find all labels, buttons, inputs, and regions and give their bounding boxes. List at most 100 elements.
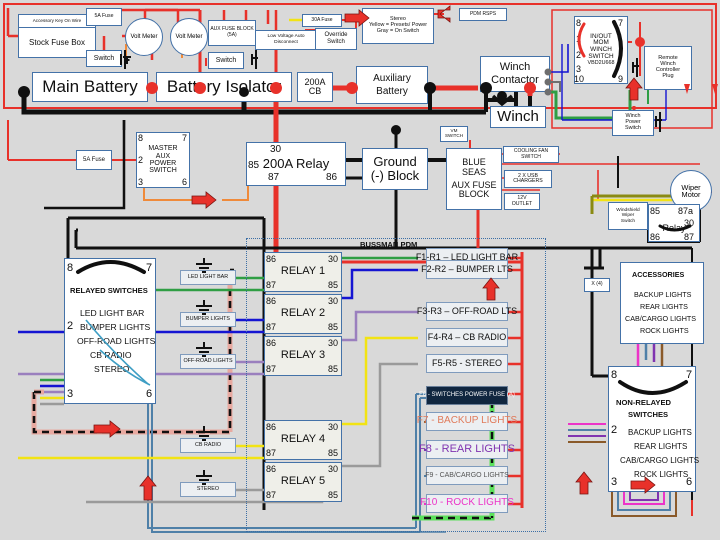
relay-3-terminal-87: 87 [266, 364, 276, 374]
master-switch-terminal-6: 6 [182, 177, 187, 187]
usb-line-1: CHARGERS [513, 179, 542, 184]
accessories-item-3: ROCK LIGHTS [640, 326, 689, 335]
vm-switch[interactable]: VM SWITCH [440, 126, 468, 142]
fuse-output-label: F7 - BACKUP LIGHTS [417, 416, 517, 427]
override-switch[interactable]: Override Switch [315, 28, 357, 50]
fuse-output-label: F9 - CAB/CARGO LIGHTS [425, 472, 509, 479]
cb-200a-line-1: CB [309, 87, 322, 96]
device-box-4: CB RADIO [180, 438, 236, 453]
relay-3-terminal-86: 86 [266, 338, 276, 348]
relayed-item-2: OFF-ROAD LIGHTS [77, 336, 155, 346]
winch-switch-terminal-3: 3 [576, 64, 581, 74]
relayed-item-4: STEREO [94, 364, 129, 374]
accessories-item-0: BACKUP LIGHTS [634, 290, 691, 299]
nonrelayed-terminal-3: 3 [611, 476, 617, 488]
ground-block-line-0: Ground [373, 155, 416, 169]
windshield-wiper-switch[interactable]: Windshield Wiper Switch [608, 202, 648, 230]
main-battery: Main Battery [32, 72, 148, 102]
winch-switch-terminal-7: 7 [618, 18, 623, 28]
device-label: LED LIGHT BAR [188, 275, 228, 281]
winch-switch-terminal-10: 10 [574, 74, 584, 84]
wiper-relay-terminal-87: 87 [684, 232, 694, 242]
nonrelayed-title-0: NON-RELAYED [616, 398, 671, 407]
switch-accessory[interactable]: Switch [86, 50, 122, 67]
fuse-output-9: F9 - CAB/CARGO LIGHTS [426, 466, 508, 485]
accessories-item-1: REAR LIGHTS [640, 302, 688, 311]
master-switch-terminal-3: 3 [138, 177, 143, 187]
master-line-1: AUX [156, 153, 170, 160]
relay-label: RELAY 5 [281, 476, 325, 488]
relay-label: RELAY 4 [281, 434, 325, 446]
wiper-relay-terminal-87a: 87a [678, 206, 693, 216]
wiper-switch-line-2: Switch [621, 219, 635, 224]
relay-3-terminal-30: 30 [328, 338, 338, 348]
master-line-0: MASTER [148, 145, 177, 152]
master-line-2: POWER [150, 160, 176, 167]
fuse-output-5: F5-R5 - STEREO [426, 354, 508, 373]
battery-isolator: Battery Isolator [156, 72, 292, 102]
winch-switch-terminal-1: 1 [576, 34, 581, 44]
fuse-output-4: F4-R4 – CB RADIO [426, 328, 508, 347]
master-line-3: SWITCH [149, 167, 177, 174]
relay-label: RELAY 2 [281, 308, 325, 320]
bussman-pdm-label: BUSSMAN PDM [360, 240, 417, 249]
winch-power-switch[interactable]: Winch Power Switch [612, 110, 654, 136]
winch-contactor: Winch Contactor [480, 56, 550, 92]
device-label: BUMPER LIGHTS [186, 317, 230, 323]
relayed-terminal-2: 2 [67, 320, 73, 332]
fuse-output-label: F3-R3 – OFF-ROAD LTS [417, 307, 517, 316]
device-box-3: OFF-ROAD LIGHTS [180, 354, 236, 369]
relay-1-terminal-85: 85 [328, 280, 338, 290]
nonrelayed-terminal-2: 2 [611, 424, 617, 436]
accessory-key-wire-label: Accessory Key On Wire [19, 15, 95, 28]
nonrelayed-item-1: REAR LIGHTS [634, 442, 687, 451]
relay-4-terminal-30: 30 [328, 422, 338, 432]
nonrelayed-item-3: ROCK LIGHTS [634, 470, 688, 479]
relay-200a-terminal-87: 87 [268, 172, 279, 183]
cooling-fan-switch[interactable]: COOLING FAN SWITCH [503, 146, 559, 163]
nonrelayed-title-1: SWITCHES [628, 410, 668, 419]
blue-seas-line-1: SEAS [462, 168, 486, 177]
relayed-switches-title: RELAYED SWITCHES [70, 286, 148, 295]
fuse-output-8: F8 - REAR LIGHTS [426, 440, 508, 459]
relay-3-terminal-85: 85 [328, 364, 338, 374]
master-switch-terminal-8: 8 [138, 133, 143, 143]
fuse-output-10: F10 - ROCK LIGHTS [426, 494, 508, 513]
wiring-diagram-canvas: Accessory Key On Wire Stock Fuse Box 5A … [0, 0, 720, 540]
relayed-terminal-7: 7 [146, 262, 152, 274]
relay-label: RELAY 1 [281, 266, 325, 278]
relay-2-terminal-87: 87 [266, 322, 276, 332]
fuse-output-label: F8 - REAR LIGHTS [419, 444, 515, 456]
device-label: OFF-ROAD LIGHTS [183, 359, 232, 365]
relay-5-terminal-86: 86 [266, 464, 276, 474]
nonrelayed-terminal-8: 8 [611, 369, 617, 381]
fuse-output-7: F7 - BACKUP LIGHTS [426, 412, 508, 431]
fuse-output-label: F4-R4 – CB RADIO [428, 333, 507, 342]
low-voltage-auto-disconnect: Low Voltage Auto Disconnect [255, 30, 317, 50]
outlet-12v: 12V OUTLET [504, 193, 540, 210]
blue-seas-line-3: BLOCK [459, 190, 490, 199]
relay-5-terminal-87: 87 [266, 490, 276, 500]
winch-switch-line-4: VBD2U668 [588, 61, 615, 67]
wiper-relay-terminal-86: 86 [650, 232, 660, 242]
accessories-x4-label: X (4) [584, 278, 610, 292]
outlet-line-1: OUTLET [512, 202, 532, 207]
relayed-terminal-8: 8 [67, 262, 73, 274]
switch-aux[interactable]: Switch [208, 52, 244, 69]
nonrelayed-terminal-7: 7 [686, 369, 692, 381]
relay-5-terminal-85: 85 [328, 490, 338, 500]
relayed-terminal-6: 6 [146, 388, 152, 400]
wiper-relay-terminal-85: 85 [650, 206, 660, 216]
remote-winch-controller-plug: Remote Winch Controller Plug [644, 46, 692, 90]
ground-block: Ground (-) Block [362, 148, 428, 190]
winch-switch-terminal-8: 8 [576, 18, 581, 28]
relay-4-terminal-86: 86 [266, 422, 276, 432]
blue-seas-aux-fuse-block: BLUE SEAS AUX FUSE BLOCK [446, 148, 502, 210]
wiper-motor-line-1: Motor [682, 191, 701, 198]
nonrelayed-terminal-6: 6 [686, 476, 692, 488]
relay-label: RELAY 3 [281, 350, 325, 362]
fuse-5a-accessory: 5A Fuse [86, 8, 122, 26]
fuse-output-2: F2-R2 – BUMPER LTS [426, 260, 508, 279]
relay-4-terminal-87: 87 [266, 448, 276, 458]
aux-fuse-block-5a: AUX FUSE BLOCK (5A) [208, 20, 256, 46]
